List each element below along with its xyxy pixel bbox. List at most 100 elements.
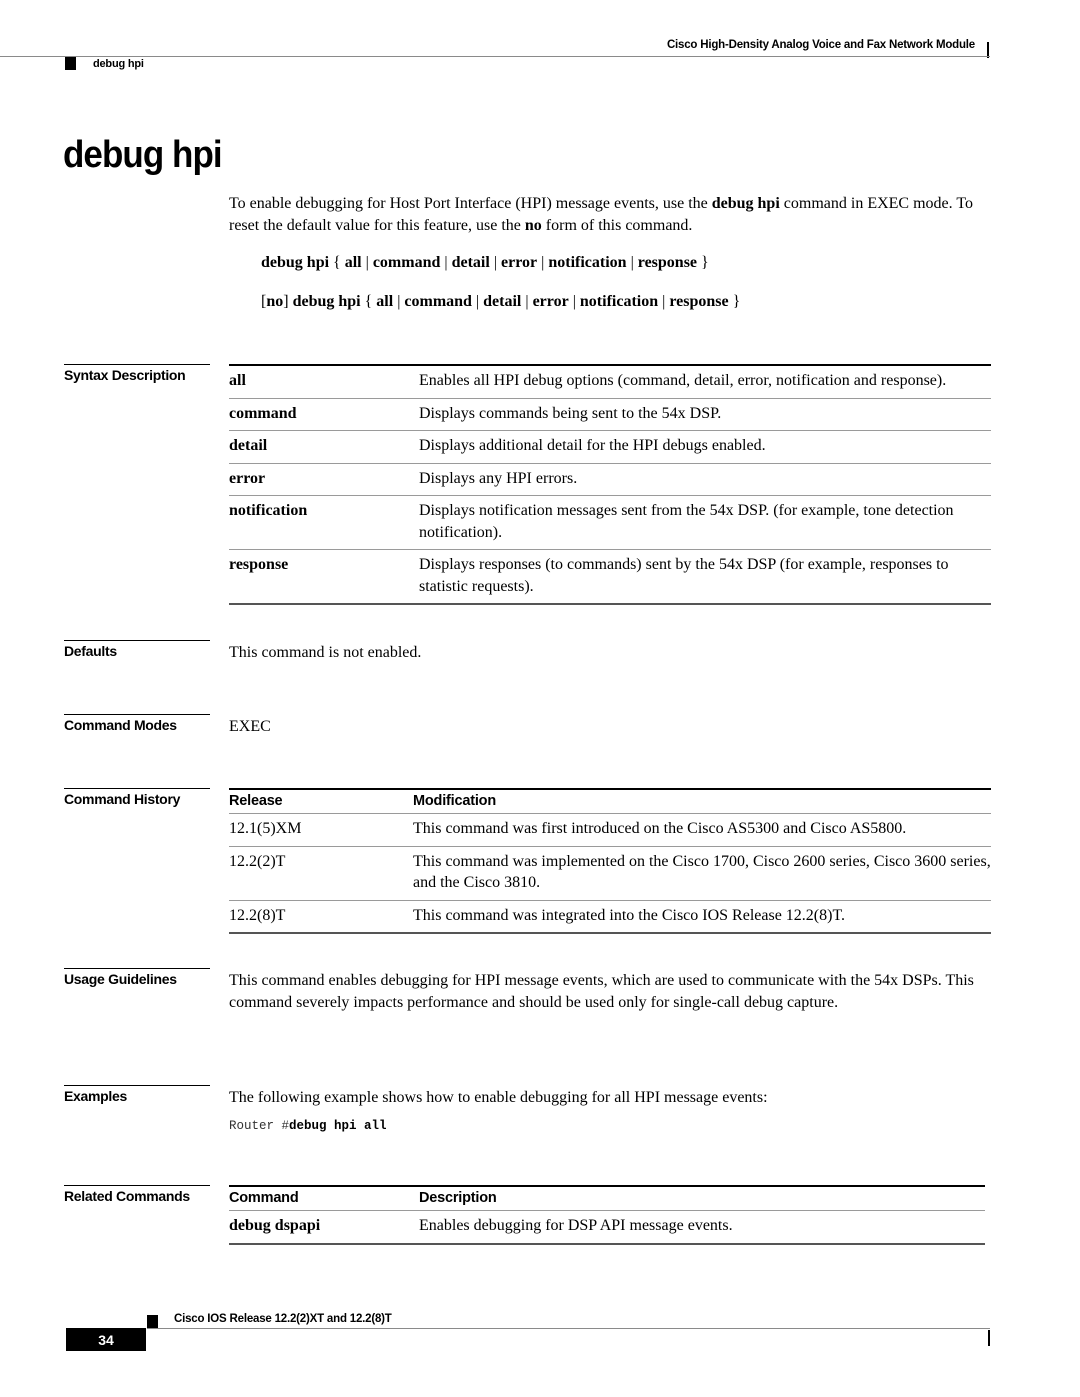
related-command-name: debug dspapi [229, 1210, 419, 1245]
syntax-options: all | command | detail | error | notific… [345, 254, 697, 271]
section-label-command-history: Command History [64, 788, 210, 807]
code-command: debug hpi all [289, 1119, 387, 1133]
table-row: command Displays commands being sent to t… [229, 398, 991, 431]
syntax-brace-open: { [329, 254, 345, 271]
header-rule [0, 56, 990, 57]
section-label-command-modes: Command Modes [64, 714, 210, 733]
syntax-option: error [532, 293, 569, 310]
command-history-table: Release Modification 12.1(5)XM This comma… [229, 788, 991, 934]
usage-guidelines-text: This command enables debugging for HPI m… [229, 972, 974, 1011]
table-row: error Displays any HPI errors. [229, 463, 991, 496]
syntax-separator: | [361, 254, 373, 271]
example-code: Router #debug hpi all [229, 1119, 387, 1133]
release-version: 12.2(8)T [229, 900, 413, 934]
footer-release-title: Cisco IOS Release 12.2(2)XT and 12.2(8)T [174, 1313, 392, 1325]
column-header-release: Release [229, 789, 413, 814]
table-row: debug dspapi Enables debugging for DSP AP… [229, 1210, 985, 1245]
syntax-option: all [344, 254, 362, 271]
syntax-option: notification [548, 254, 627, 271]
command-modes-text: EXEC [229, 718, 271, 735]
syntax-line-no-debug: [no] debug hpi { all | command | detail … [261, 293, 740, 311]
column-header-modification: Modification [413, 789, 991, 814]
row-description: Displays additional detail for the HPI d… [419, 430, 991, 464]
syntax-option: response [669, 293, 729, 310]
row-description: This command was implemented on the Cisc… [413, 846, 991, 901]
syntax-bracket-close: ] [283, 293, 293, 310]
syntax-option: command [372, 254, 441, 271]
intro-text: To enable debugging for Host Port Interf… [229, 195, 712, 212]
related-commands-table: Command Description debug dspapi Enables … [229, 1185, 985, 1245]
intro-command: debug hpi [711, 195, 780, 212]
row-description: Displays commands being sent to the 54x … [419, 398, 991, 431]
syntax-keyword: notification [229, 495, 419, 550]
syntax-separator: | [521, 293, 533, 310]
section-label-usage-guidelines: Usage Guidelines [64, 968, 210, 987]
syntax-option: notification [579, 293, 659, 310]
syntax-brace-close: } [697, 254, 709, 271]
syntax-option: error [501, 254, 538, 271]
row-description: Enables all HPI debug options (command, … [419, 365, 991, 399]
syntax-command: debug hpi [261, 254, 330, 271]
syntax-separator: | [626, 254, 638, 271]
table-row: 12.2(8)T This command was integrated into… [229, 900, 991, 934]
release-version: 12.2(2)T [229, 846, 413, 901]
row-description: This command was integrated into the Cis… [413, 900, 991, 934]
syntax-option: detail [483, 293, 522, 310]
section-label-related-commands: Related Commands [64, 1185, 210, 1204]
row-description: Enables debugging for DSP API message ev… [419, 1210, 985, 1245]
syntax-separator: | [393, 293, 405, 310]
header-section-name: debug hpi [93, 58, 144, 70]
syntax-separator: | [471, 293, 484, 310]
footer-square-marker-icon [147, 1315, 158, 1328]
syntax-keyword: detail [229, 430, 419, 464]
section-label-examples: Examples [64, 1085, 210, 1104]
syntax-options: all | command | detail | error | notific… [376, 293, 728, 310]
syntax-option: detail [451, 254, 490, 271]
section-label-syntax-description: Syntax Description [64, 364, 210, 383]
header-square-marker-icon [65, 57, 76, 70]
row-description: This command was first introduced on the… [413, 813, 991, 847]
syntax-separator: | [568, 293, 580, 310]
syntax-separator: | [658, 293, 670, 310]
syntax-keyword: command [229, 398, 419, 431]
intro-text: form of this command. [541, 216, 693, 234]
syntax-keyword: response [229, 549, 419, 605]
syntax-keyword: all [229, 365, 419, 399]
footer-tick-mark [988, 1330, 990, 1346]
table-row: all Enables all HPI debug options (comman… [229, 365, 991, 399]
examples-text: The following example shows how to enabl… [229, 1089, 768, 1106]
table-row: response Displays responses (to commands)… [229, 549, 991, 605]
code-prompt: Router # [229, 1119, 290, 1133]
header-book-title: Cisco High-Density Analog Voice and Fax … [666, 39, 975, 51]
intro-no-keyword: no [524, 216, 542, 234]
row-description: Displays notification messages sent from… [419, 495, 991, 550]
page-number: 34 [66, 1328, 146, 1351]
table-row: notification Displays notification messag… [229, 495, 991, 550]
syntax-description-table: all Enables all HPI debug options (comman… [229, 364, 991, 605]
column-header-command: Command [229, 1186, 419, 1211]
release-version: 12.1(5)XM [229, 813, 413, 847]
syntax-option: all [376, 293, 394, 310]
column-header-description: Description [419, 1186, 985, 1211]
table-row: detail Displays additional detail for the… [229, 430, 991, 464]
syntax-separator: | [440, 254, 452, 271]
syntax-separator: | [489, 254, 502, 271]
syntax-brace-close: } [728, 293, 741, 310]
intro-paragraph: To enable debugging for Host Port Interf… [229, 193, 989, 236]
syntax-brace-open: { [360, 293, 377, 310]
syntax-option: command [404, 293, 472, 310]
syntax-separator: | [537, 254, 549, 271]
row-description: Displays responses (to commands) sent by… [419, 549, 991, 605]
syntax-no-keyword: no [266, 293, 284, 310]
table-row: 12.2(2)T This command was implemented on … [229, 846, 991, 901]
syntax-line-debug: debug hpi { all | command | detail | err… [261, 254, 709, 272]
page-title: debug hpi [63, 134, 223, 176]
syntax-option: response [637, 254, 698, 271]
table-row: 12.1(5)XM This command was first introduc… [229, 813, 991, 847]
syntax-keyword: error [229, 463, 419, 496]
syntax-command: debug hpi [292, 293, 361, 310]
row-description: Displays any HPI errors. [419, 463, 991, 496]
footer-rule [147, 1328, 990, 1329]
section-label-defaults: Defaults [64, 640, 210, 659]
defaults-text: This command is not enabled. [229, 644, 422, 661]
